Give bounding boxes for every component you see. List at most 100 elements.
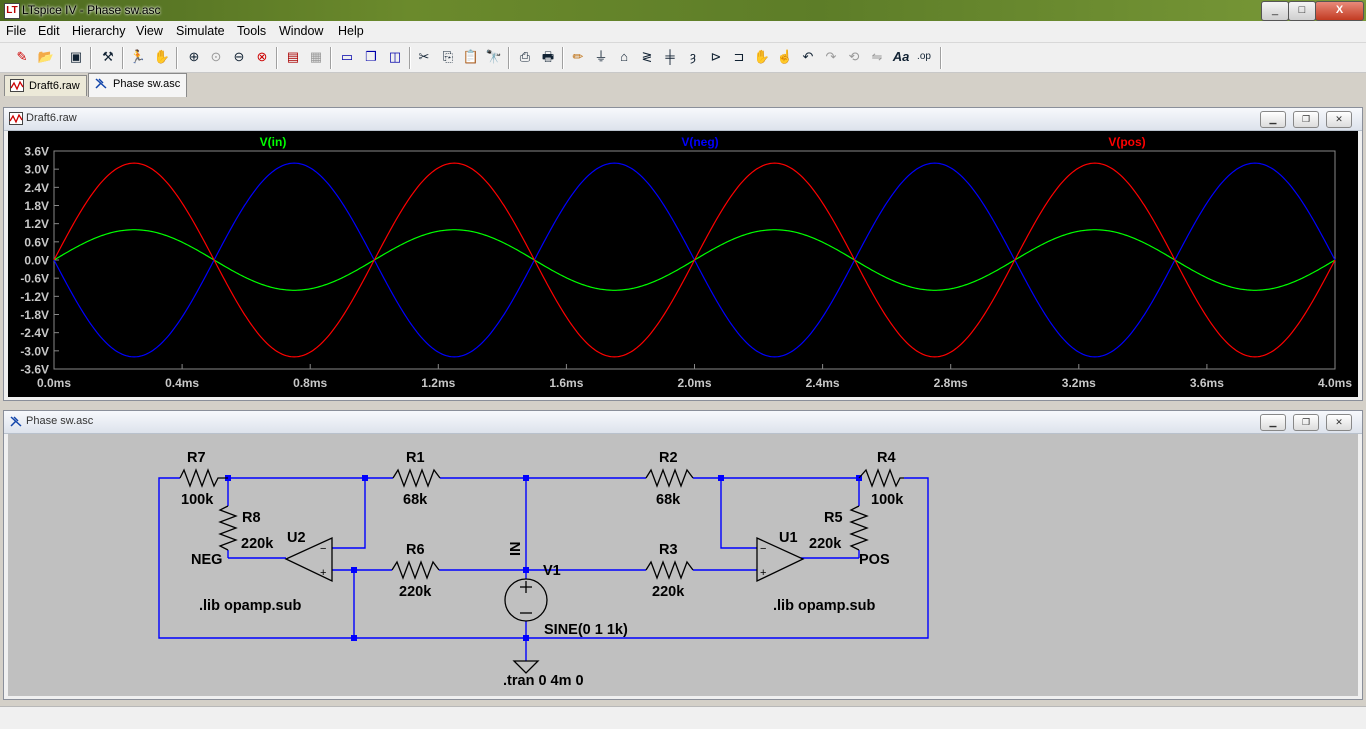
menu-tools[interactable]: Tools [237,24,266,38]
net-label-in: IN [508,542,524,557]
menu-simulate[interactable]: Simulate [176,24,225,38]
label-r4-value: 100k [871,492,904,508]
window-title: LTspice IV - Phase sw.asc [22,3,161,17]
tab-draft6-raw[interactable]: Draft6.raw [4,75,87,96]
menu-hierarchy[interactable]: Hierarchy [72,24,126,38]
spice-directive-tran: .tran 0 4m 0 [503,673,584,689]
run-icon[interactable]: 🏃 [128,47,148,67]
menu-file[interactable]: File [6,24,26,38]
plot-restore-button[interactable]: ❐ [1293,111,1319,128]
opamp-u2-minus-pin: − [320,543,326,555]
y-tick-label: 1.8V [24,199,49,213]
text-icon[interactable]: Aa [891,47,911,67]
label-u1-ref: U1 [779,530,798,546]
ltspice-app-icon: LT [4,3,20,19]
control-panel-icon[interactable]: ⚒ [98,47,118,67]
label-net-icon[interactable]: ⌂ [614,47,634,67]
zoom-out-icon[interactable]: ⊖ [229,47,249,67]
zoom-cancel-icon[interactable]: ⊗ [252,47,272,67]
capacitor-icon[interactable]: ╪ [660,47,680,67]
redo-icon[interactable]: ↷ [821,47,841,67]
save-icon[interactable]: ▣ [66,47,86,67]
drag-icon[interactable]: ☝ [775,47,795,67]
plot-minimize-button[interactable]: ▁ [1260,111,1286,128]
label-r8-value: 220k [241,536,274,552]
legend-entry: V(pos) [1108,135,1145,149]
rotate-icon[interactable]: ⟲ [844,47,864,67]
x-tick-label: 2.0ms [677,376,711,390]
inductor-icon[interactable]: ȝ [683,47,703,67]
print-icon[interactable]: 🖶 [538,47,558,67]
new-schematic-icon[interactable]: ✎ [12,47,32,67]
paste-icon[interactable]: 📋 [461,47,481,67]
spice-directive-icon[interactable]: .op [914,47,934,67]
x-tick-label: 2.8ms [934,376,968,390]
ground-icon[interactable]: ⏚ [591,47,611,67]
legend-entry: V(neg) [681,135,718,149]
tab-phase-sw-asc[interactable]: Phase sw.asc [88,73,188,97]
schematic-window-titlebar: Phase sw.asc ▁ ❐ ✕ [4,411,1362,434]
plot-background [8,131,1358,397]
cascade-icon[interactable]: ❐ [361,47,381,67]
label-r3-value: 220k [652,584,685,600]
net-label-pos: POS [859,552,890,568]
copy-icon[interactable]: ⎘ [438,47,458,67]
y-tick-label: 2.4V [24,181,49,195]
y-tick-label: 0.6V [24,235,49,249]
grid-icon[interactable]: ▦ [306,47,326,67]
component-icon[interactable]: ⊐ [729,47,749,67]
mirror-icon[interactable]: ⇋ [867,47,887,67]
waveform-icon [9,112,23,125]
y-tick-label: -3.6V [20,363,49,377]
schematic-close-button[interactable]: ✕ [1326,414,1352,431]
label-v1-ref: V1 [543,563,561,579]
y-tick-label: 3.0V [24,163,49,177]
find-icon[interactable]: 🔭 [484,47,504,67]
menu-help[interactable]: Help [338,24,364,38]
tab-label: Phase sw.asc [113,78,181,90]
y-tick-label: 1.2V [24,217,49,231]
print-setup-icon[interactable]: ⎙ [515,47,535,67]
y-tick-label: -1.8V [20,308,49,322]
tile-horizontal-icon[interactable]: ▭ [337,47,357,67]
minimize-button[interactable]: _ [1261,1,1289,21]
cut-icon[interactable]: ✂ [414,47,434,67]
undo-icon[interactable]: ↶ [798,47,818,67]
schematic-canvas[interactable]: − + − + R7 100k R8 220k R1 68k R6 220k R… [8,434,1358,696]
label-r3-ref: R3 [659,542,678,558]
x-tick-label: 0.0ms [37,376,71,390]
legend-entry: V(in) [260,135,287,149]
resistor-icon[interactable]: ≷ [637,47,657,67]
wire-icon[interactable]: ✏ [568,47,588,67]
menu-window[interactable]: Window [279,24,323,38]
y-tick-label: -1.2V [20,290,49,304]
label-v1-value: SINE(0 1 1k) [544,622,628,638]
close-button[interactable]: X [1315,1,1364,21]
schematic-restore-button[interactable]: ❐ [1293,414,1319,431]
move-icon[interactable]: ✋ [752,47,772,67]
autorange-icon[interactable]: ▤ [283,47,303,67]
x-tick-label: 3.2ms [1062,376,1096,390]
opamp-u1-plus-pin: + [760,567,766,579]
label-u1-model: .lib opamp.sub [773,598,875,614]
plot-close-button[interactable]: ✕ [1326,111,1352,128]
menu-edit[interactable]: Edit [38,24,60,38]
waveform-plot[interactable]: 3.6V 3.0V 2.4V 1.8V 1.2V 0.6V 0.0V -0.6V -1.2V -1… [8,131,1358,397]
plot-window[interactable]: Draft6.raw ▁ ❐ ✕ 3.6V 3.0V 2.4V 1.8V 1.2V 0.6… [3,107,1363,401]
maximize-button[interactable]: □ [1288,1,1316,21]
plot-window-titlebar: Draft6.raw ▁ ❐ ✕ [4,108,1362,131]
zoom-in-icon[interactable]: ⊕ [184,47,204,67]
schematic-window[interactable]: Phase sw.asc ▁ ❐ ✕ − + − + R7 100k R8 22… [3,410,1363,700]
menu-bar: File Edit Hierarchy View Simulate Tools … [0,21,1366,43]
label-r7-ref: R7 [187,450,206,466]
diode-icon[interactable]: ⊳ [706,47,726,67]
x-tick-label: 4.0ms [1318,376,1352,390]
schematic-minimize-button[interactable]: ▁ [1260,414,1286,431]
zoom-pan-icon[interactable]: ⊙ [206,47,226,67]
label-r6-ref: R6 [406,542,425,558]
halt-icon[interactable]: ✋ [152,47,172,67]
open-icon[interactable]: 📂 [36,47,56,67]
title-bar: LT LTspice IV - Phase sw.asc _ □ X [0,0,1366,21]
menu-view[interactable]: View [136,24,163,38]
tile-vertical-icon[interactable]: ◫ [385,47,405,67]
